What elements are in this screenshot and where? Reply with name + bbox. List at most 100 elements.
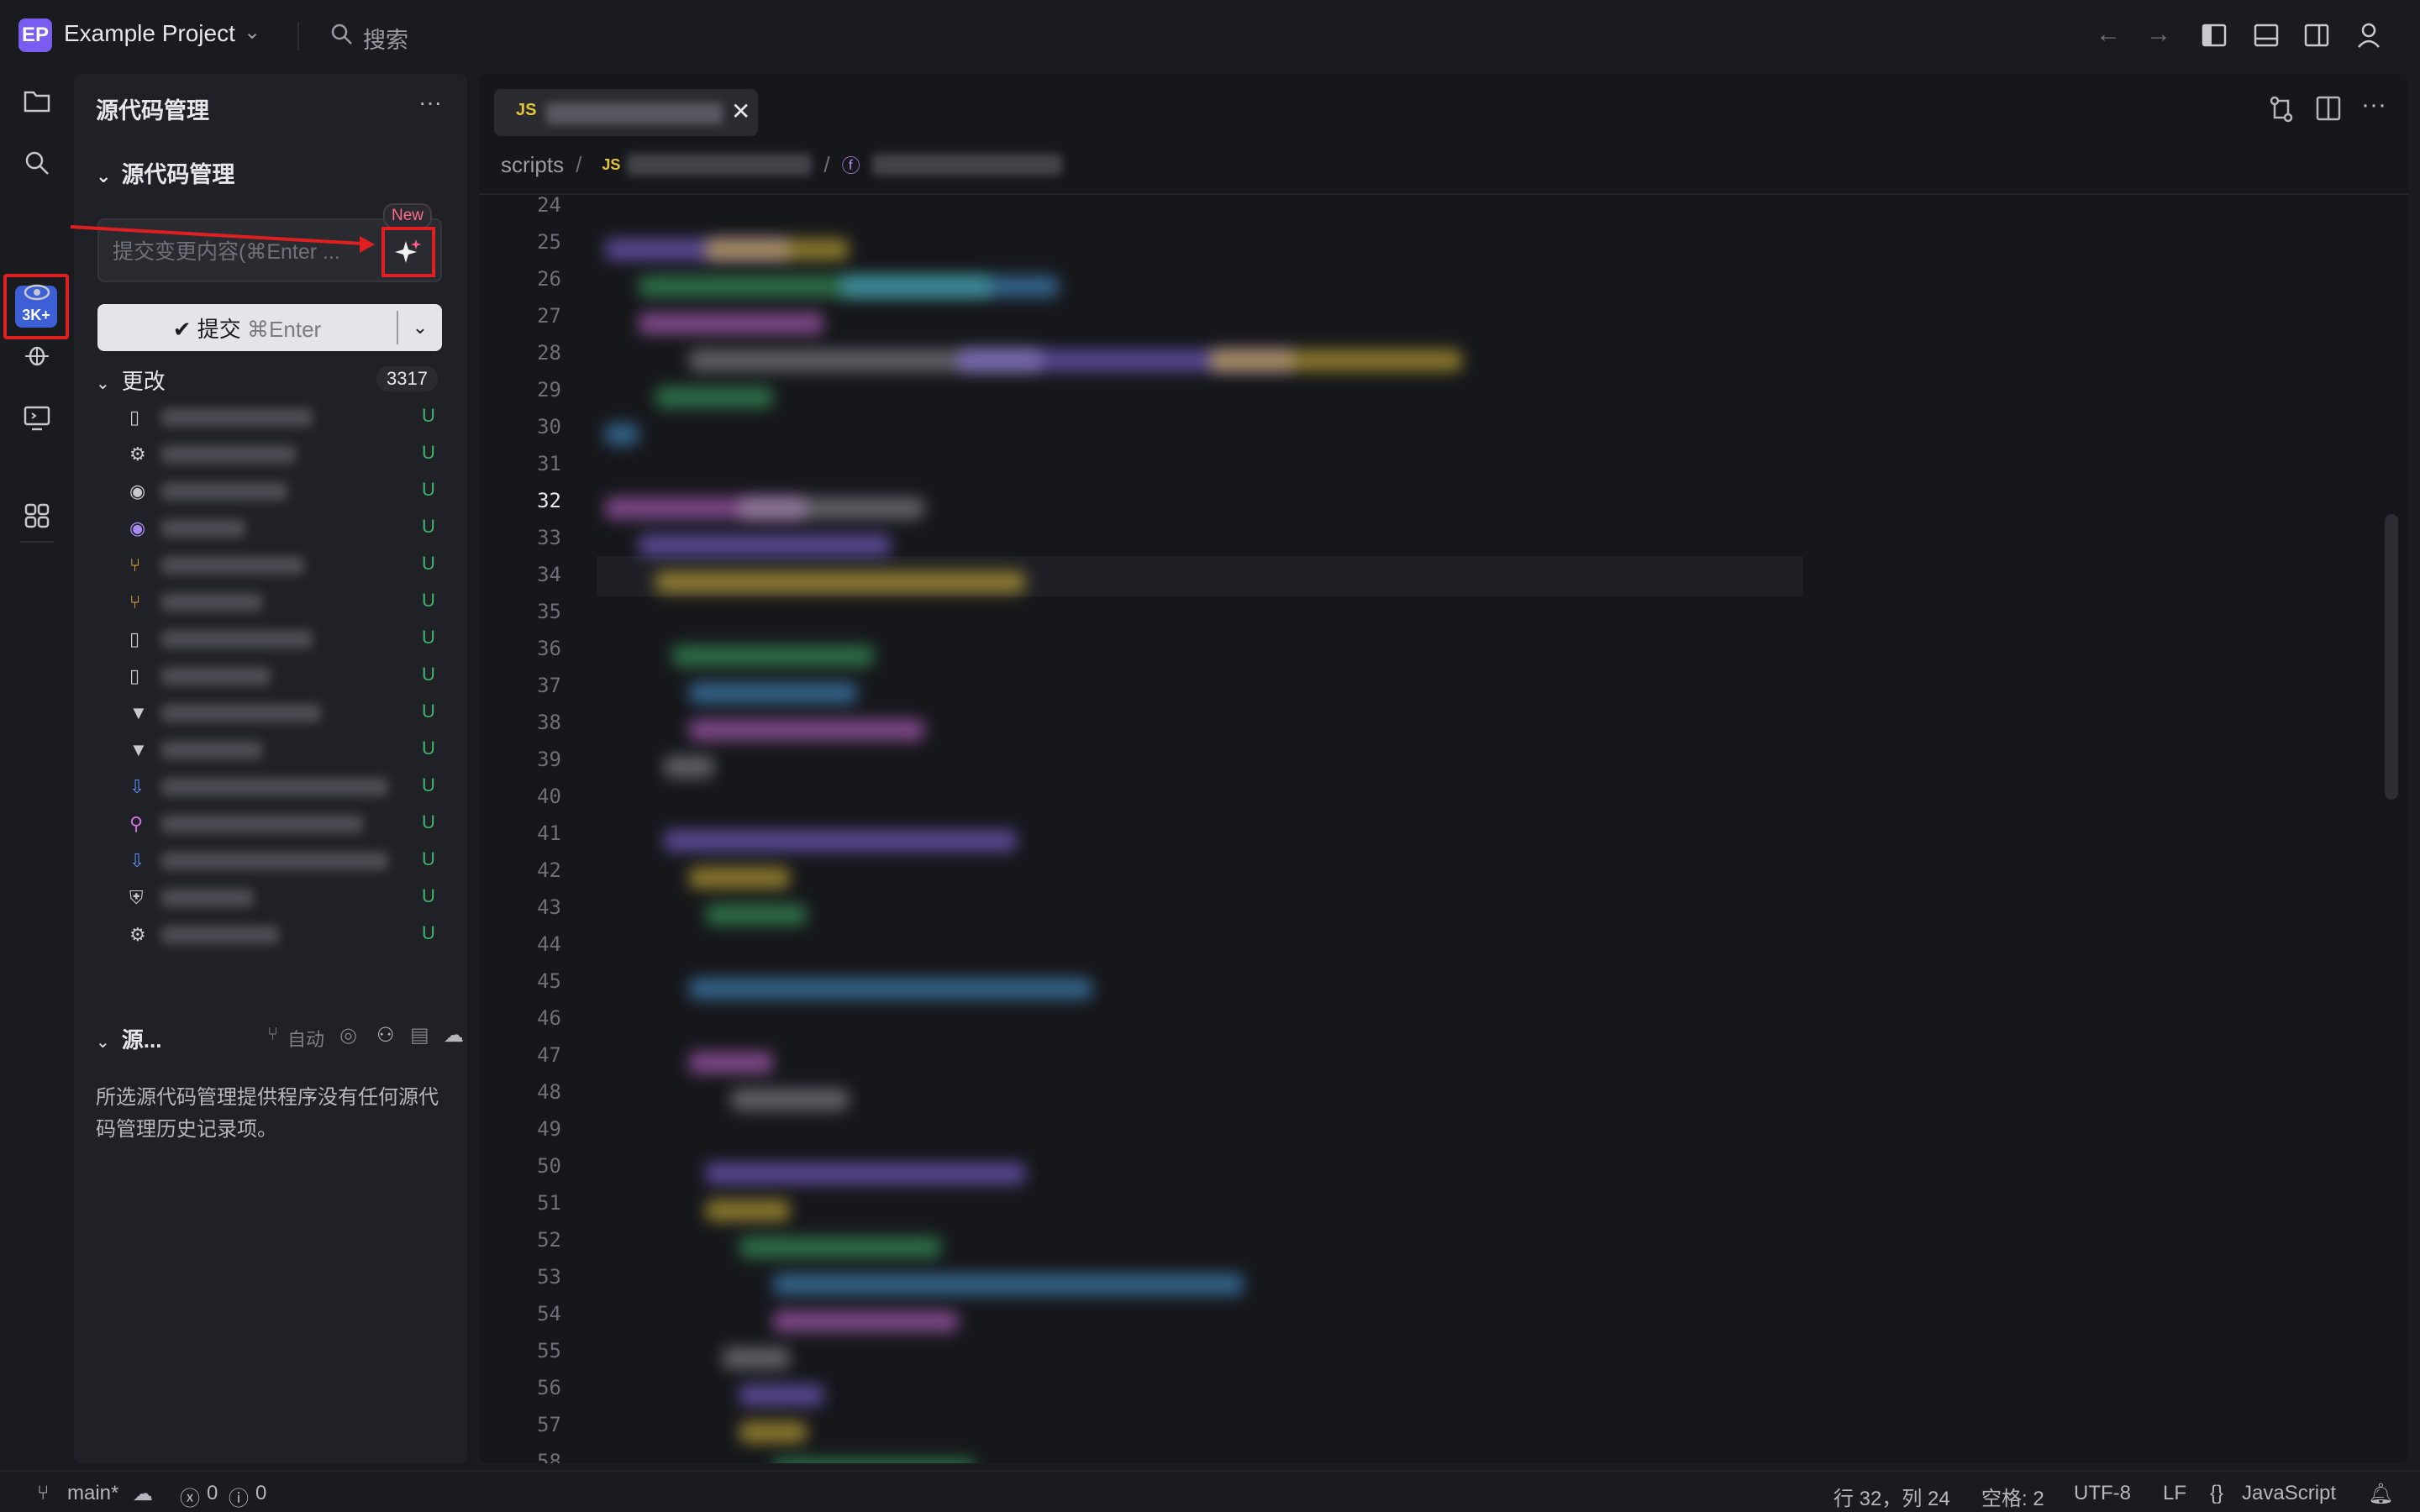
compare-changes-icon[interactable] — [2269, 96, 2294, 129]
code-editor[interactable]: 24 25 26 27 28 29 30 31 32 33 34 35 36 37 38 39 40 41 42 43… — [479, 193, 2408, 1463]
toggle-panel-icon[interactable] — [2254, 24, 2279, 54]
line-number: 43 — [537, 895, 561, 919]
explorer-icon[interactable] — [18, 82, 55, 119]
more-actions-icon[interactable]: ··· — [418, 89, 442, 116]
remote-explorer-icon[interactable] — [18, 400, 55, 437]
line-number: 58 — [537, 1450, 561, 1463]
changed-file-row[interactable]: ◉ U — [124, 509, 460, 546]
vue-file-icon: ▼ — [129, 739, 148, 760]
changed-file-row[interactable]: ⚙ U — [124, 435, 460, 472]
code-text-redacted — [664, 756, 714, 778]
braces-icon: {} — [2210, 1482, 2224, 1504]
breadcrumb-file-redacted[interactable] — [627, 154, 813, 176]
changed-file-row[interactable]: ⛨ U — [124, 879, 460, 916]
untracked-status: U — [422, 922, 435, 943]
file-name-redacted — [161, 593, 262, 612]
code-text-redacted — [739, 1236, 941, 1258]
editor-tab[interactable]: JS ✕ — [494, 89, 758, 136]
branch-icon[interactable]: ⑂ — [37, 1482, 49, 1505]
changed-file-row[interactable]: ⑂ U — [124, 583, 460, 620]
tab-filename-redacted — [546, 102, 723, 124]
cloud-upload-icon[interactable]: ☁ — [444, 1023, 464, 1047]
breadcrumb-symbol-redacted[interactable] — [871, 154, 1062, 176]
changed-file-row[interactable]: ⇩ U — [124, 842, 460, 879]
chevron-down-icon[interactable]: ⌄ — [244, 20, 260, 45]
code-text-redacted — [773, 1310, 958, 1332]
history-section-header[interactable]: ⌄源... ⑂ 自动 ◎ ⚇ ▤ ☁ ↻ — [96, 1023, 496, 1057]
changed-file-row[interactable]: ▯ U — [124, 620, 460, 657]
cursor-position[interactable]: 行 32，列 24 — [1833, 1482, 1950, 1511]
line-number: 28 — [537, 341, 561, 365]
command-search-input[interactable]: 搜索 — [363, 22, 408, 55]
editor-area: JS ✕ ··· scripts / JS / ⓕ 24 25 26 27 28 29 30… — [479, 74, 2408, 1463]
toggle-secondary-sidebar-icon[interactable] — [2304, 24, 2329, 54]
untracked-status: U — [422, 442, 435, 463]
forward-arrow-icon[interactable]: → — [2146, 20, 2171, 49]
scm-section-header[interactable]: ⌄ 源代码管理 — [96, 156, 234, 189]
file-name-redacted — [161, 778, 388, 796]
file-icon: ▯ — [129, 628, 140, 649]
toggle-primary-sidebar-icon[interactable] — [2202, 24, 2227, 54]
code-text-redacted — [773, 1273, 1244, 1295]
git-file-icon: ⑂ — [129, 591, 141, 612]
language-mode[interactable]: JavaScript — [2242, 1482, 2336, 1505]
project-name[interactable]: Example Project — [64, 20, 235, 47]
chevron-down-icon[interactable]: ⌄ — [398, 317, 442, 339]
target-icon[interactable]: ◎ — [339, 1023, 357, 1047]
notifications-bell-icon[interactable]: 🔔︎ — [2368, 1482, 2393, 1506]
untracked-status: U — [422, 590, 435, 611]
breadcrumb-folder[interactable]: scripts — [501, 152, 564, 178]
editor-scrollbar[interactable] — [2385, 514, 2398, 800]
changed-file-row[interactable]: ⇩ U — [124, 768, 460, 805]
error-count[interactable]: 0 — [207, 1482, 218, 1505]
history-auto-label[interactable]: 自动 — [287, 1025, 324, 1052]
remote-icon[interactable] — [18, 274, 55, 311]
changed-file-row[interactable]: ◉ U — [124, 472, 460, 509]
status-bar: ⑂ main* ☁ ⓧ 0 ⓘ 0 行 32，列 24 空格: 2 UTF-8 … — [0, 1470, 2420, 1512]
close-icon[interactable]: ✕ — [731, 97, 750, 125]
code-text-redacted — [664, 830, 1017, 852]
changed-file-row[interactable]: ▼ U — [124, 731, 460, 768]
indentation[interactable]: 空格: 2 — [1981, 1482, 2044, 1511]
changed-file-row[interactable]: ⚲ U — [124, 805, 460, 842]
warning-icon[interactable]: ⓘ — [229, 1482, 249, 1511]
branch-name[interactable]: main* — [67, 1482, 118, 1505]
changed-file-row[interactable]: ⚙ U — [124, 916, 460, 953]
file-name-redacted — [161, 556, 304, 575]
warning-count[interactable]: 0 — [255, 1482, 266, 1505]
line-number: 56 — [537, 1376, 561, 1399]
code-text-redacted — [706, 904, 807, 926]
error-icon[interactable]: ⓧ — [180, 1482, 200, 1511]
back-arrow-icon[interactable]: ← — [2096, 20, 2121, 49]
history-section-title: 源... — [121, 1027, 162, 1053]
line-number: 36 — [537, 637, 561, 660]
line-number: 39 — [537, 748, 561, 771]
debug-icon[interactable] — [18, 336, 55, 373]
changed-file-row[interactable]: ▼ U — [124, 694, 460, 731]
project-badge[interactable]: EP — [18, 18, 52, 52]
branch-icon[interactable]: ⑂ — [267, 1023, 278, 1045]
line-number: 50 — [537, 1154, 561, 1178]
merge-icon[interactable]: ⚇ — [376, 1023, 395, 1047]
commit-button[interactable]: ✔ 提交 ⌘Enter ⌄ — [97, 304, 442, 351]
search-icon[interactable] — [18, 144, 55, 181]
file-encoding[interactable]: UTF-8 — [2074, 1482, 2131, 1505]
line-number: 45 — [537, 969, 561, 993]
line-ending[interactable]: LF — [2163, 1482, 2186, 1505]
changed-file-row[interactable]: ⑂ U — [124, 546, 460, 583]
breadcrumb-separator: / — [823, 151, 830, 177]
account-icon[interactable] — [2356, 22, 2381, 55]
changed-file-row[interactable]: ▯ U — [124, 657, 460, 694]
sync-cloud-icon[interactable]: ☁ — [133, 1482, 153, 1506]
search-icon[interactable] — [329, 22, 355, 51]
code-text-redacted — [739, 1421, 807, 1443]
line-number: 30 — [537, 415, 561, 438]
line-number: 42 — [537, 858, 561, 882]
more-actions-icon[interactable]: ··· — [2361, 91, 2386, 119]
changed-file-row[interactable]: ▯ U — [124, 398, 460, 435]
generate-commit-message-button[interactable] — [381, 227, 435, 277]
stash-icon[interactable]: ▤ — [410, 1023, 429, 1047]
line-number: 46 — [537, 1006, 561, 1030]
split-editor-icon[interactable] — [2316, 96, 2341, 128]
extensions-icon[interactable] — [18, 497, 55, 534]
